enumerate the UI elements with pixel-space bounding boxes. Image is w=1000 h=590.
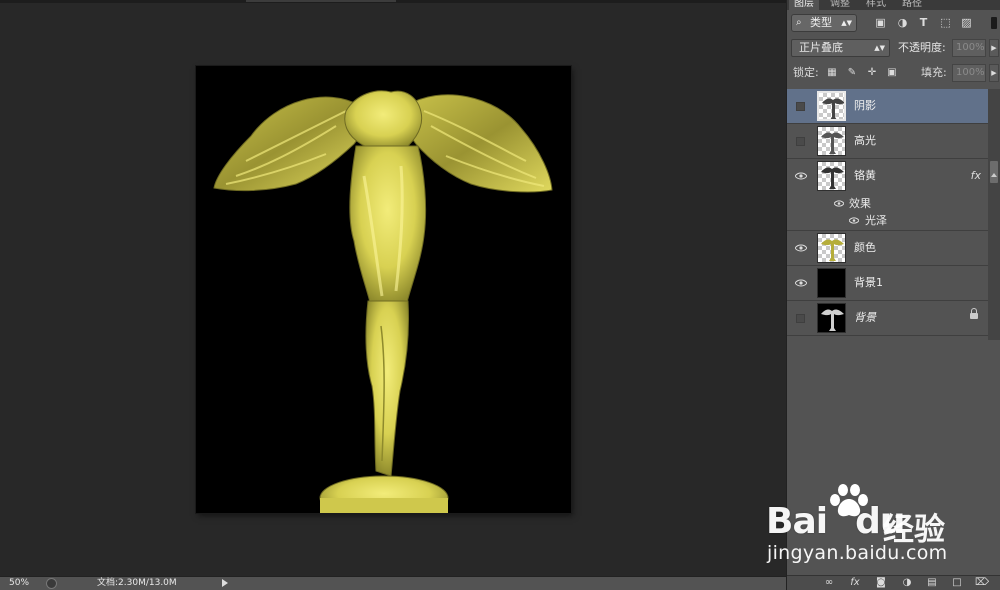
lock-label: 锁定: bbox=[793, 66, 819, 79]
lock-position-icon[interactable]: ✛ bbox=[867, 68, 877, 78]
filter-toggle[interactable] bbox=[991, 17, 997, 29]
statue-silhouette-icon bbox=[821, 309, 844, 331]
layer-list-scrollbar[interactable] bbox=[988, 89, 1000, 340]
visibility-toggle[interactable] bbox=[796, 314, 805, 323]
layer-name: 背景 bbox=[854, 311, 876, 324]
visibility-toggle[interactable] bbox=[796, 137, 805, 146]
zoom-level[interactable]: 50% bbox=[9, 577, 29, 590]
layer-row-color[interactable]: 颜色 bbox=[787, 231, 988, 266]
search-icon: ⌕ bbox=[796, 17, 802, 28]
lock-row: 锁定: ▦ ✎ ✛ ▣ 填充: 100% ▶ bbox=[787, 62, 1000, 84]
layers-panel-footer: ∞ fx ◙ ◑ ▤ □ ⌦ bbox=[787, 575, 1000, 590]
layer-row-shadow[interactable]: 阴影 bbox=[787, 89, 988, 124]
lock-icon bbox=[970, 308, 978, 319]
link-layers-icon[interactable]: ∞ bbox=[823, 577, 835, 589]
opacity-field[interactable]: 100% bbox=[952, 39, 986, 57]
layer-effects-list: 效果 光泽 bbox=[787, 195, 988, 231]
layer-kind-label: 类型 bbox=[810, 16, 832, 29]
type-filter-icon[interactable]: T bbox=[918, 17, 929, 28]
statue-silhouette-icon bbox=[822, 98, 844, 119]
blend-mode-select[interactable]: 正片叠底 ▲▼ bbox=[791, 39, 890, 57]
eye-icon[interactable] bbox=[849, 217, 859, 224]
statue-silhouette-icon bbox=[821, 132, 844, 154]
lock-image-pixels-icon[interactable]: ✎ bbox=[847, 68, 857, 78]
watermark-url: jingyan.baidu.com bbox=[767, 542, 948, 564]
new-layer-icon[interactable]: □ bbox=[951, 577, 963, 589]
eye-icon[interactable] bbox=[795, 172, 807, 180]
baidu-jingyan-watermark: Bai du 经验 jingyan.baidu.com bbox=[766, 483, 996, 573]
eye-icon[interactable] bbox=[795, 244, 807, 252]
lock-all-icon[interactable]: ▣ bbox=[887, 68, 897, 78]
document-size-info: 文档:2.30M/13.0M bbox=[97, 578, 177, 588]
lock-transparent-pixels-icon[interactable]: ▦ bbox=[827, 68, 837, 78]
canvas-workspace[interactable] bbox=[0, 0, 786, 576]
fill-label: 填充: bbox=[921, 66, 947, 79]
tab-styles[interactable]: 样式 bbox=[861, 0, 891, 10]
statue-silhouette-icon bbox=[821, 167, 844, 189]
shape-filter-icon[interactable]: ⬚ bbox=[940, 17, 951, 28]
tab-adjustments[interactable]: 调整 bbox=[825, 0, 855, 10]
layer-filter-row: ⌕ 类型 ▲▼ ▣ ◑ T ⬚ ▨ bbox=[787, 12, 1000, 34]
layer-thumbnail bbox=[817, 126, 846, 156]
layer-thumbnail bbox=[817, 303, 846, 333]
tab-paths[interactable]: 路径 bbox=[897, 0, 927, 10]
fill-field[interactable]: 100% bbox=[952, 64, 986, 82]
chevron-updown-icon: ▲▼ bbox=[874, 44, 885, 52]
layer-list: 阴影 高光 铬黄 fx 效果 光泽 颜色 背景1 背景 bbox=[787, 89, 1000, 340]
eye-icon[interactable] bbox=[834, 200, 844, 207]
layer-row-chrome[interactable]: 铬黄 fx bbox=[787, 159, 988, 194]
effects-header[interactable]: 效果 bbox=[849, 195, 871, 212]
effect-satin[interactable]: 光泽 bbox=[865, 212, 887, 229]
status-menu-arrow-icon[interactable] bbox=[222, 579, 228, 587]
panel-tabs: 图层 调整 样式 路径 bbox=[787, 0, 1000, 10]
new-group-icon[interactable]: ▤ bbox=[926, 577, 938, 589]
fill-dropdown-arrow-icon[interactable]: ▶ bbox=[989, 64, 999, 82]
opacity-dropdown-arrow-icon[interactable]: ▶ bbox=[989, 39, 999, 57]
scroll-up-arrow-icon[interactable] bbox=[991, 173, 997, 177]
visibility-toggle[interactable] bbox=[796, 102, 805, 111]
angel-statue-artwork bbox=[213, 90, 553, 513]
layer-row-highlight[interactable]: 高光 bbox=[787, 124, 988, 159]
layer-name: 颜色 bbox=[854, 241, 876, 254]
layer-thumbnail bbox=[817, 161, 846, 191]
opacity-label: 不透明度: bbox=[898, 41, 946, 54]
layer-row-background[interactable]: 背景 bbox=[787, 301, 988, 336]
statue-silhouette-icon bbox=[821, 239, 844, 261]
layer-name: 高光 bbox=[854, 134, 876, 147]
layer-effects-icon[interactable]: fx bbox=[971, 159, 981, 193]
layer-name: 背景1 bbox=[854, 276, 883, 289]
layer-thumbnail bbox=[817, 268, 846, 298]
layer-kind-select[interactable]: ⌕ 类型 ▲▼ bbox=[791, 14, 857, 32]
layer-thumbnail bbox=[817, 233, 846, 263]
document-info-icon[interactable] bbox=[46, 578, 57, 589]
document-canvas[interactable] bbox=[196, 66, 571, 513]
layer-name: 阴影 bbox=[854, 99, 876, 112]
add-layer-style-icon[interactable]: fx bbox=[849, 577, 861, 589]
eye-icon[interactable] bbox=[795, 279, 807, 287]
new-adjustment-layer-icon[interactable]: ◑ bbox=[901, 577, 913, 589]
add-mask-icon[interactable]: ◙ bbox=[875, 577, 887, 589]
blend-row: 正片叠底 ▲▼ 不透明度: 100% ▶ bbox=[787, 37, 1000, 59]
document-tab-strip bbox=[0, 0, 786, 3]
layer-thumbnail bbox=[817, 91, 846, 121]
blend-mode-value: 正片叠底 bbox=[799, 41, 843, 54]
scrollbar-thumb[interactable] bbox=[990, 161, 998, 183]
chevron-updown-icon: ▲▼ bbox=[841, 19, 852, 27]
image-filter-icon[interactable]: ▣ bbox=[875, 17, 886, 28]
tab-layers[interactable]: 图层 bbox=[789, 0, 819, 10]
smart-object-filter-icon[interactable]: ▨ bbox=[961, 17, 972, 28]
layer-row-background-1[interactable]: 背景1 bbox=[787, 266, 988, 301]
status-bar: 50% 文档:2.30M/13.0M bbox=[0, 576, 786, 590]
adjustment-filter-icon[interactable]: ◑ bbox=[897, 17, 908, 28]
layer-name: 铬黄 bbox=[854, 169, 876, 182]
delete-layer-icon[interactable]: ⌦ bbox=[975, 577, 989, 589]
